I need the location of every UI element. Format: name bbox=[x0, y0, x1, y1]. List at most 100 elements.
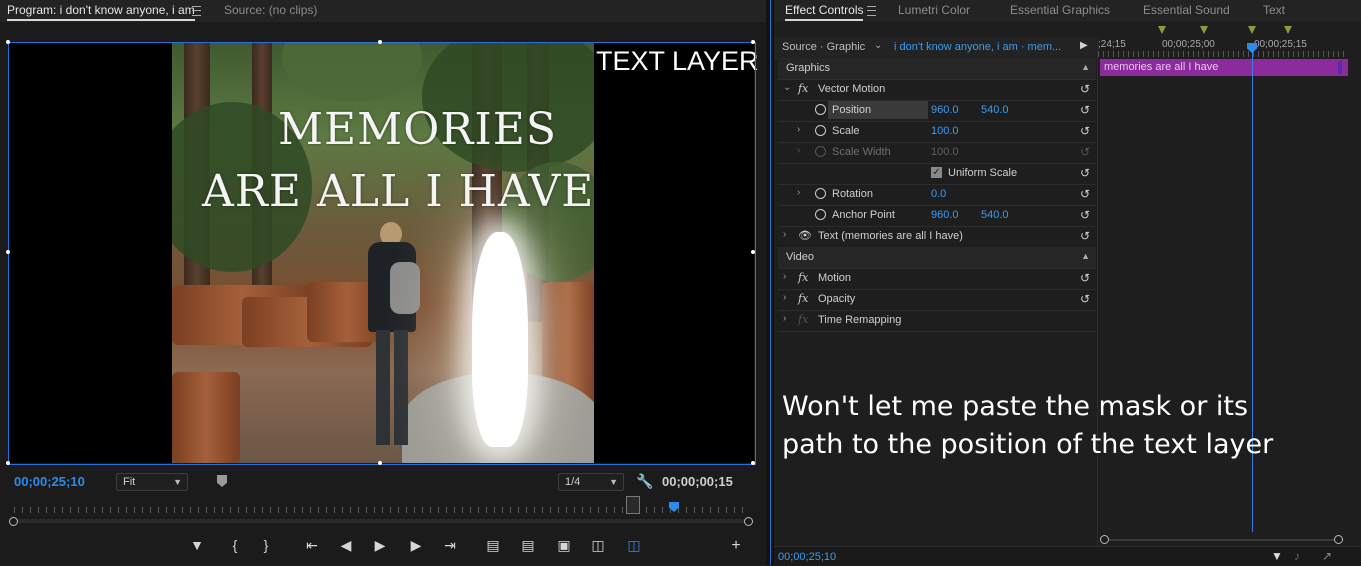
tab-effect-controls[interactable]: Effect Controls bbox=[785, 3, 864, 21]
bbox-handle[interactable] bbox=[378, 40, 382, 44]
zoom-scrollbar[interactable] bbox=[14, 519, 749, 523]
marker-icon[interactable] bbox=[1200, 26, 1208, 34]
time-remapping-row[interactable]: › fx Time Remapping bbox=[778, 310, 1096, 332]
scale-row[interactable]: › Scale 100.0 ↺ bbox=[778, 121, 1096, 143]
reset-icon[interactable]: ↺ bbox=[1080, 292, 1090, 306]
wrench-icon[interactable]: 🔧 bbox=[636, 473, 653, 490]
stopwatch-icon[interactable] bbox=[815, 104, 826, 115]
scroll-handle-right[interactable] bbox=[1334, 535, 1343, 544]
audio-play-icon[interactable]: ♪ bbox=[1294, 549, 1300, 563]
stopwatch-icon[interactable] bbox=[815, 209, 826, 220]
reset-icon[interactable]: ↺ bbox=[1080, 271, 1090, 285]
tab-text[interactable]: Text bbox=[1263, 3, 1285, 17]
motion-row[interactable]: › fx Motion ↺ bbox=[778, 268, 1096, 290]
filter-icon[interactable]: ▼ bbox=[1271, 549, 1283, 563]
tab-program[interactable]: Program: i don't know anyone, i am bbox=[7, 3, 195, 21]
reset-icon[interactable]: ↺ bbox=[1080, 208, 1090, 222]
chevron-down-icon[interactable]: ⌄ bbox=[874, 40, 882, 51]
collapse-up-icon[interactable]: ▲ bbox=[1081, 62, 1090, 72]
marker-icon[interactable] bbox=[1158, 26, 1166, 34]
expand-arrow-icon[interactable]: › bbox=[797, 187, 800, 198]
reset-icon[interactable]: ↺ bbox=[1080, 82, 1090, 96]
bbox-handle[interactable] bbox=[378, 461, 382, 465]
in-out-range[interactable] bbox=[626, 496, 640, 514]
lift-icon[interactable]: ▤ bbox=[484, 537, 502, 554]
bbox-handle[interactable] bbox=[751, 40, 755, 44]
rotation-row[interactable]: › Rotation 0.0 ↺ bbox=[778, 184, 1096, 206]
panel-menu-icon[interactable] bbox=[867, 6, 876, 16]
effect-timeline[interactable]: ;24;15 00;00;25;00 00;00;25;15 memories … bbox=[1097, 37, 1361, 547]
opacity-row[interactable]: › fx Opacity ↺ bbox=[778, 289, 1096, 311]
marker-icon[interactable] bbox=[1248, 26, 1256, 34]
scroll-handle-right[interactable] bbox=[744, 517, 753, 526]
bbox-handle[interactable] bbox=[751, 461, 755, 465]
tab-essential-graphics[interactable]: Essential Graphics bbox=[1010, 3, 1110, 17]
export-frame-icon[interactable]: ▣ bbox=[555, 537, 573, 554]
play-icon[interactable]: ▶ bbox=[371, 537, 389, 554]
fx-icon[interactable]: fx bbox=[798, 271, 808, 284]
add-marker-icon[interactable]: ▼ bbox=[188, 537, 206, 553]
eye-icon[interactable]: 👁 bbox=[798, 229, 812, 242]
step-back-icon[interactable]: ◀ bbox=[337, 537, 355, 554]
position-y-value[interactable]: 540.0 bbox=[981, 104, 1009, 116]
anchor-x-value[interactable]: 960.0 bbox=[931, 209, 959, 221]
scale-value[interactable]: 100.0 bbox=[931, 125, 959, 137]
expand-arrow-icon[interactable]: › bbox=[783, 229, 786, 240]
tab-source[interactable]: Source: (no clips) bbox=[224, 3, 317, 17]
uniform-scale-row[interactable]: ✓ Uniform Scale ↺ bbox=[778, 163, 1096, 185]
stopwatch-icon[interactable] bbox=[815, 188, 826, 199]
button-editor-plus-icon[interactable]: + bbox=[727, 537, 745, 555]
position-row[interactable]: Position 960.0 540.0 ↺ bbox=[778, 100, 1096, 122]
bottom-timecode[interactable]: 00;00;25;10 bbox=[778, 551, 836, 563]
comparison-view-icon[interactable]: ◫ bbox=[589, 537, 607, 554]
fx-icon[interactable]: fx bbox=[798, 82, 808, 95]
stopwatch-icon[interactable] bbox=[815, 125, 826, 136]
marker-icon[interactable] bbox=[1284, 26, 1292, 34]
resolution-dropdown[interactable]: 1/4 ▼ bbox=[558, 473, 624, 491]
fx-icon[interactable]: fx bbox=[798, 292, 808, 305]
reset-icon[interactable]: ↺ bbox=[1080, 103, 1090, 117]
marker-icon[interactable] bbox=[217, 475, 227, 487]
text-layer-row[interactable]: › 👁 Text (memories are all I have) ↺ bbox=[778, 226, 1096, 248]
expand-arrow-icon[interactable]: › bbox=[797, 124, 800, 135]
scroll-handle-left[interactable] bbox=[9, 517, 18, 526]
panel-menu-icon[interactable] bbox=[192, 6, 201, 16]
expand-arrow-icon[interactable]: › bbox=[783, 313, 786, 324]
reset-icon[interactable]: ↺ bbox=[1080, 187, 1090, 201]
reset-icon[interactable]: ↺ bbox=[1080, 166, 1090, 180]
position-x-value[interactable]: 960.0 bbox=[931, 104, 959, 116]
vr-toggle-icon[interactable]: ◫ bbox=[625, 537, 643, 554]
bbox-handle[interactable] bbox=[751, 250, 755, 254]
expand-arrow-icon[interactable]: › bbox=[783, 292, 786, 303]
mark-out-icon[interactable]: } bbox=[257, 537, 275, 553]
vector-motion-row[interactable]: ⌄ fx Vector Motion ↺ bbox=[778, 79, 1096, 101]
step-forward-icon[interactable]: ▶ bbox=[407, 537, 425, 554]
bbox-handle[interactable] bbox=[6, 461, 10, 465]
reset-icon[interactable]: ↺ bbox=[1080, 229, 1090, 243]
bbox-handle[interactable] bbox=[6, 40, 10, 44]
tab-lumetri-color[interactable]: Lumetri Color bbox=[898, 3, 970, 17]
tab-essential-sound[interactable]: Essential Sound bbox=[1143, 3, 1230, 17]
fit-dropdown[interactable]: Fit ▼ bbox=[116, 473, 188, 491]
go-to-out-icon[interactable]: ⇥ bbox=[441, 537, 459, 554]
rotation-value[interactable]: 0.0 bbox=[931, 188, 946, 200]
uniform-scale-checkbox[interactable]: ✓ bbox=[931, 167, 942, 178]
clip-selector[interactable]: i don't know anyone, i am · mem... bbox=[894, 41, 1061, 53]
clip-bar[interactable]: memories are all I have bbox=[1100, 59, 1348, 76]
current-timecode[interactable]: 00;00;25;10 bbox=[14, 474, 85, 489]
timeline-scrollbar[interactable] bbox=[1107, 539, 1337, 541]
transform-bounding-box[interactable] bbox=[8, 42, 756, 465]
anchor-point-row[interactable]: Anchor Point 960.0 540.0 ↺ bbox=[778, 205, 1096, 227]
bbox-handle[interactable] bbox=[6, 250, 10, 254]
scroll-handle-left[interactable] bbox=[1100, 535, 1109, 544]
play-only-audio-icon[interactable]: ▶ bbox=[1080, 40, 1088, 51]
export-icon[interactable]: ↗ bbox=[1322, 549, 1332, 563]
reset-icon[interactable]: ↺ bbox=[1080, 124, 1090, 138]
expand-arrow-icon[interactable]: › bbox=[783, 271, 786, 282]
panel-divider[interactable] bbox=[766, 0, 774, 565]
go-to-in-icon[interactable]: ⇤ bbox=[303, 537, 321, 554]
mark-in-icon[interactable]: { bbox=[226, 537, 244, 553]
collapse-up-icon[interactable]: ▲ bbox=[1081, 251, 1090, 261]
anchor-y-value[interactable]: 540.0 bbox=[981, 209, 1009, 221]
extract-icon[interactable]: ▤ bbox=[519, 537, 537, 554]
